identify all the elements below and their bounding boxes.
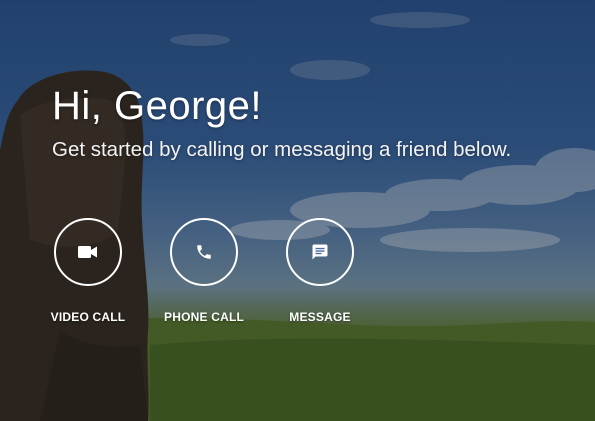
welcome-section: Hi, George! Get started by calling or me…: [52, 86, 511, 162]
phone-icon: [197, 245, 211, 259]
subtitle-text: Get started by calling or messaging a fr…: [52, 138, 512, 161]
home-screen: Hi, George! Get started by calling or me…: [0, 0, 595, 421]
phone-call-circle[interactable]: [170, 218, 238, 286]
action-bar: VIDEO CALL PHONE CALL MESSAGE: [0, 218, 595, 338]
message-circle[interactable]: [286, 218, 354, 286]
video-camera-icon: [78, 246, 97, 258]
phone-call-label: PHONE CALL: [164, 310, 244, 324]
message-bubble-icon: [312, 244, 328, 260]
message-button[interactable]: MESSAGE: [260, 218, 380, 324]
video-call-button[interactable]: VIDEO CALL: [28, 218, 148, 324]
video-call-circle[interactable]: [54, 218, 122, 286]
video-call-label: VIDEO CALL: [50, 310, 126, 324]
dim-overlay: [0, 0, 595, 421]
message-label: MESSAGE: [289, 310, 351, 324]
greeting-heading: Hi, George!: [52, 84, 263, 128]
phone-call-button[interactable]: PHONE CALL: [144, 218, 264, 324]
